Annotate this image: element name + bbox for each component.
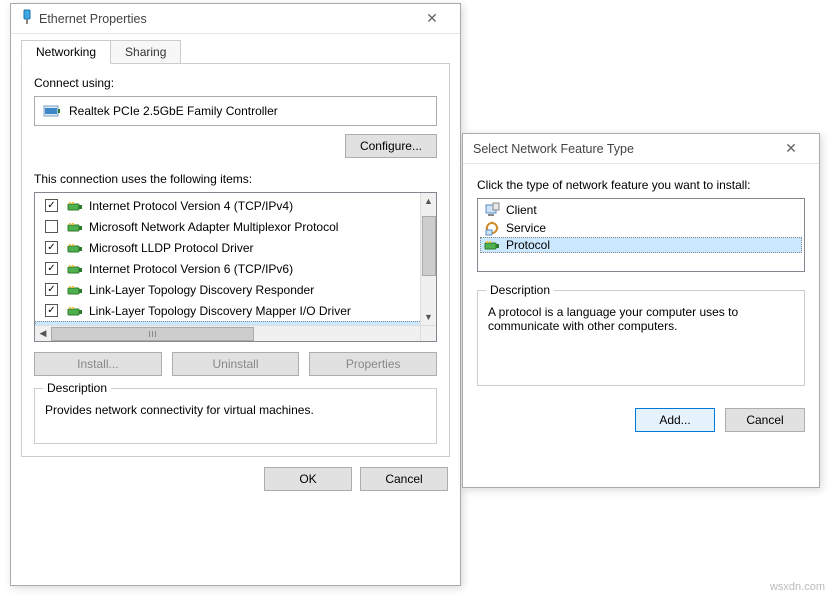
component-icon: [67, 262, 83, 276]
connection-items-list[interactable]: Internet Protocol Version 4 (TCP/IPv4) Mi…: [34, 192, 437, 342]
description-text: Provides network connectivity for virtua…: [45, 403, 426, 433]
client-icon: [484, 202, 500, 218]
titlebar: Select Network Feature Type ✕: [463, 134, 819, 164]
feature-type-list[interactable]: Client Service Protocol: [477, 198, 805, 272]
feature-item-protocol[interactable]: Protocol: [480, 237, 802, 253]
item-checkbox[interactable]: [45, 283, 58, 296]
component-icon: [67, 220, 83, 234]
ethernet-icon: [19, 9, 35, 28]
item-checkbox[interactable]: [45, 220, 58, 233]
description-groupbox: Description Provides network connectivit…: [34, 388, 437, 444]
component-icon: [67, 199, 83, 213]
nic-icon: [43, 103, 61, 119]
description-legend: Description: [43, 381, 111, 395]
dialog-buttons: OK Cancel: [11, 457, 460, 501]
watermark: wsxdn.com: [770, 581, 825, 593]
list-item[interactable]: Microsoft LLDP Protocol Driver: [35, 237, 436, 258]
instruction-text: Click the type of network feature you wa…: [477, 178, 805, 192]
h-scrollbar-thumb[interactable]: [51, 327, 254, 341]
feature-label: Client: [506, 203, 537, 217]
vertical-scrollbar[interactable]: ▲ ▼: [420, 193, 436, 325]
horizontal-scrollbar[interactable]: ◀ ▶: [35, 325, 436, 341]
feature-label: Protocol: [506, 238, 550, 252]
configure-button[interactable]: Configure...: [345, 134, 437, 158]
properties-button[interactable]: Properties: [309, 352, 437, 376]
close-icon[interactable]: ✕: [771, 140, 811, 157]
window-title: Ethernet Properties: [35, 12, 412, 26]
tab-networking[interactable]: Networking: [21, 40, 111, 64]
item-label: Microsoft LLDP Protocol Driver: [89, 241, 254, 255]
ethernet-properties-window: Ethernet Properties ✕ Networking Sharing…: [10, 3, 461, 586]
description-legend: Description: [486, 283, 554, 297]
window-title: Select Network Feature Type: [471, 142, 771, 156]
scrollbar-thumb[interactable]: [422, 216, 436, 276]
item-label: Internet Protocol Version 4 (TCP/IPv4): [89, 199, 293, 213]
ok-button[interactable]: OK: [264, 467, 352, 491]
list-item[interactable]: Internet Protocol Version 6 (TCP/IPv6): [35, 258, 436, 279]
close-icon[interactable]: ✕: [412, 10, 452, 27]
tab-sharing[interactable]: Sharing: [110, 40, 181, 64]
uninstall-button[interactable]: Uninstall: [172, 352, 300, 376]
list-item[interactable]: Link-Layer Topology Discovery Mapper I/O…: [35, 300, 436, 321]
feature-item-client[interactable]: Client: [480, 201, 802, 219]
titlebar: Ethernet Properties ✕: [11, 4, 460, 34]
component-icon: [67, 283, 83, 297]
list-item[interactable]: Microsoft Network Adapter Multiplexor Pr…: [35, 216, 436, 237]
select-feature-window: Select Network Feature Type ✕ Click the …: [462, 133, 820, 488]
scrollbar-corner: [420, 325, 436, 341]
component-icon: [67, 304, 83, 318]
scroll-up-icon[interactable]: ▲: [421, 193, 436, 209]
feature-item-service[interactable]: Service: [480, 219, 802, 237]
adapter-name: Realtek PCIe 2.5GbE Family Controller: [69, 104, 278, 118]
scroll-left-icon[interactable]: ◀: [35, 326, 51, 341]
connect-using-label: Connect using:: [34, 76, 437, 90]
install-button[interactable]: Install...: [34, 352, 162, 376]
description-groupbox: Description A protocol is a language you…: [477, 290, 805, 386]
cancel-button[interactable]: Cancel: [360, 467, 448, 491]
tab-panel-networking: Connect using: Realtek PCIe 2.5GbE Famil…: [21, 63, 450, 457]
item-label: Microsoft Network Adapter Multiplexor Pr…: [89, 220, 338, 234]
item-checkbox[interactable]: [45, 241, 58, 254]
scroll-down-icon[interactable]: ▼: [421, 309, 436, 325]
list-item[interactable]: Internet Protocol Version 4 (TCP/IPv4): [35, 195, 436, 216]
item-label: Link-Layer Topology Discovery Mapper I/O…: [89, 304, 351, 318]
description-text: A protocol is a language your computer u…: [488, 305, 794, 335]
cancel-button[interactable]: Cancel: [725, 408, 805, 432]
item-label: Link-Layer Topology Discovery Responder: [89, 283, 314, 297]
list-item[interactable]: Link-Layer Topology Discovery Responder: [35, 279, 436, 300]
adapter-field: Realtek PCIe 2.5GbE Family Controller: [34, 96, 437, 126]
dialog-buttons: Add... Cancel: [463, 394, 819, 446]
items-label: This connection uses the following items…: [34, 172, 437, 186]
protocol-icon: [484, 238, 500, 252]
feature-label: Service: [506, 221, 546, 235]
item-label: Internet Protocol Version 6 (TCP/IPv6): [89, 262, 293, 276]
item-checkbox[interactable]: [45, 199, 58, 212]
tab-strip: Networking Sharing: [11, 34, 460, 64]
service-icon: [484, 220, 500, 236]
add-button[interactable]: Add...: [635, 408, 715, 432]
item-checkbox[interactable]: [45, 304, 58, 317]
component-icon: [67, 241, 83, 255]
item-checkbox[interactable]: [45, 262, 58, 275]
